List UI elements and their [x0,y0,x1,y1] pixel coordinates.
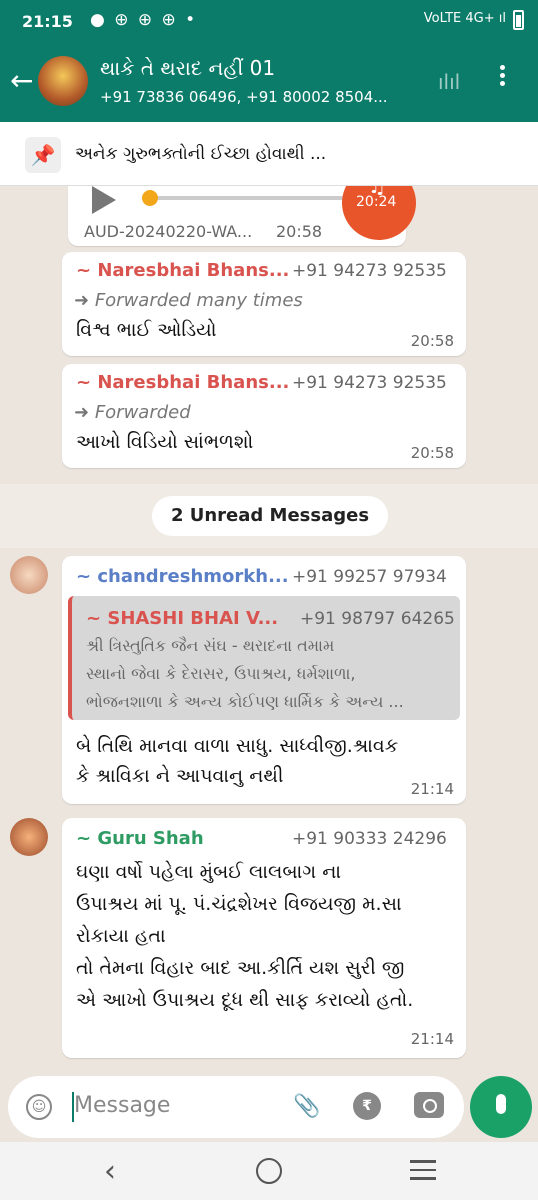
quoted-message[interactable]: ~ SHASHI BHAI V... +91 98797 64265 શ્રી … [68,596,460,720]
payment-icon[interactable]: ₹ [353,1092,381,1120]
quoted-phone: +91 98797 64265 [300,609,455,629]
message-line: ઉપાશ્રય માં પૂ. પં.ચંદ્રશેખર વિજયજી મ.સા [76,893,402,915]
sender-name[interactable]: ~ chandreshmorkh... [76,566,289,587]
emoji-icon[interactable]: ☺ [26,1094,52,1120]
audio-filename: AUD-20240220-WA... [84,222,253,241]
play-icon[interactable] [92,186,116,214]
mic-icon [496,1094,506,1114]
message-time: 20:58 [410,444,454,462]
camera-icon[interactable] [414,1092,444,1118]
message-line: રોકાયા હતા [76,925,166,947]
message-time: 21:14 [410,780,454,798]
forward-text: Forwarded many times [94,290,303,311]
overflow-menu-icon[interactable] [500,62,506,89]
attach-icon[interactable]: 📎 [293,1094,320,1119]
battery-icon [513,10,524,30]
message-bubble[interactable]: ~ Naresbhai Bhans... +91 94273 92535 ➜ F… [62,252,466,356]
group-title[interactable]: થાકે તે થરાદ નહીં 01 [100,56,275,80]
volte-label: VoLTE [423,11,462,26]
mic-button[interactable] [470,1076,532,1138]
audio-sender-avatar: ♫ 20:24 [342,186,416,240]
chat-area[interactable]: AUD-20240220-WA... 20:58 ♫ 20:24 ~ Nares… [0,186,538,1072]
message-line: કે શ્રાવિકા ને આપવાનુ નથી [76,765,284,787]
message-line: બે તિથિ માનવા વાળા સાધુ. સાધ્વીજી.શ્રાવક [76,735,399,757]
quoted-line: શ્રી ત્રિસ્તુતિક જૈન સંઘ - થરાદના તમામ [86,636,335,655]
sender-name[interactable]: ~ Guru Shah [76,828,204,849]
quoted-sender: ~ SHASHI BHAI V... [86,608,279,629]
quoted-line: ભોજનશાળા કે અન્ય કોઈપણ ધાર્મિક કે અન્ય .… [86,692,404,711]
message-bubble[interactable]: ~ chandreshmorkh... +91 99257 97934 ~ SH… [62,556,466,804]
audio-duration: 20:24 [356,194,397,210]
network-indicator: VoLTE 4G+ ıl [423,11,506,26]
message-line: ઘણા વર્ષો પહેલા મુંબઈ લાલબાગ ના [76,861,342,883]
message-time: 20:58 [410,332,454,350]
unread-messages-label: 2 Unread Messages [152,496,388,536]
audio-time: 20:58 [276,222,323,241]
nav-home-icon[interactable] [256,1158,282,1184]
system-nav-bar: ‹ [0,1142,538,1200]
forward-text: Forwarded [94,402,191,423]
nav-back-icon[interactable]: ‹ [104,1154,116,1189]
voice-chat-icon[interactable]: ılıl [438,70,460,94]
sender-phone: +91 99257 97934 [292,567,447,587]
message-text: વિશ્વ ભાઈ ઓડિયો [76,319,217,341]
sender-phone: +91 90333 24296 [292,829,447,849]
audio-progress-knob[interactable] [142,190,158,206]
message-bubble[interactable]: ~ Guru Shah +91 90333 24296 ઘણા વર્ષો પહ… [62,818,466,1058]
pin-icon: 📌 [25,137,61,173]
pinned-message-bar[interactable]: 📌 અનેક ગુરુભક્તોની ઈચ્છા હોવાથી ... [0,122,538,186]
message-composer: ☺ Message 📎 ₹ [0,1072,538,1142]
message-input[interactable]: Message [74,1093,170,1118]
message-bubble[interactable]: ~ Naresbhai Bhans... +91 94273 92535 ➜ F… [62,364,466,468]
sender-avatar[interactable] [10,818,48,856]
back-arrow-icon[interactable]: ← [10,64,33,97]
sender-avatar[interactable] [10,556,48,594]
message-line: એ આખો ઉપાશ્રય દૂધ થી સાફ કરાવ્યો હતો. [76,989,414,1011]
network-type: 4G+ [465,11,495,26]
message-text: આખો વિડિયો સાંભળશો [76,431,254,453]
sender-phone: +91 94273 92535 [292,373,447,393]
forwarded-label: ➜ Forwarded [74,402,191,423]
chat-header: 21:15 ● ⊕ ⊕ ⊕ • VoLTE 4G+ ıl ← થાકે તે થ… [0,0,538,122]
group-avatar[interactable] [38,56,88,106]
message-input-box[interactable]: ☺ Message 📎 ₹ [8,1076,464,1138]
forwarded-label: ➜ Forwarded many times [74,290,303,311]
group-members[interactable]: +91 73836 06496, +91 80002 8504... [100,88,388,106]
message-time: 21:14 [410,1030,454,1048]
status-bar: 21:15 ● ⊕ ⊕ ⊕ • VoLTE 4G+ ıl [0,0,538,44]
quoted-line: સ્થાનો જેવા કે દેરાસર, ઉપાશ્રય, ધર્મશાળા… [86,664,356,683]
sender-phone: +91 94273 92535 [292,261,447,281]
sender-name[interactable]: ~ Naresbhai Bhans... [76,372,289,393]
pinned-message-text: અનેક ગુરુભક્તોની ઈચ્છા હોવાથી ... [75,144,327,164]
message-line: તો તેમના વિહાર બાદ આ.કીર્તિ યશ સુરી જી [76,957,405,979]
nav-recents-icon[interactable] [410,1160,436,1186]
status-time: 21:15 [22,12,73,31]
notification-icons: ● ⊕ ⊕ ⊕ • [90,10,198,30]
sender-name[interactable]: ~ Naresbhai Bhans... [76,260,289,281]
audio-message[interactable]: AUD-20240220-WA... 20:58 ♫ 20:24 [68,186,416,246]
